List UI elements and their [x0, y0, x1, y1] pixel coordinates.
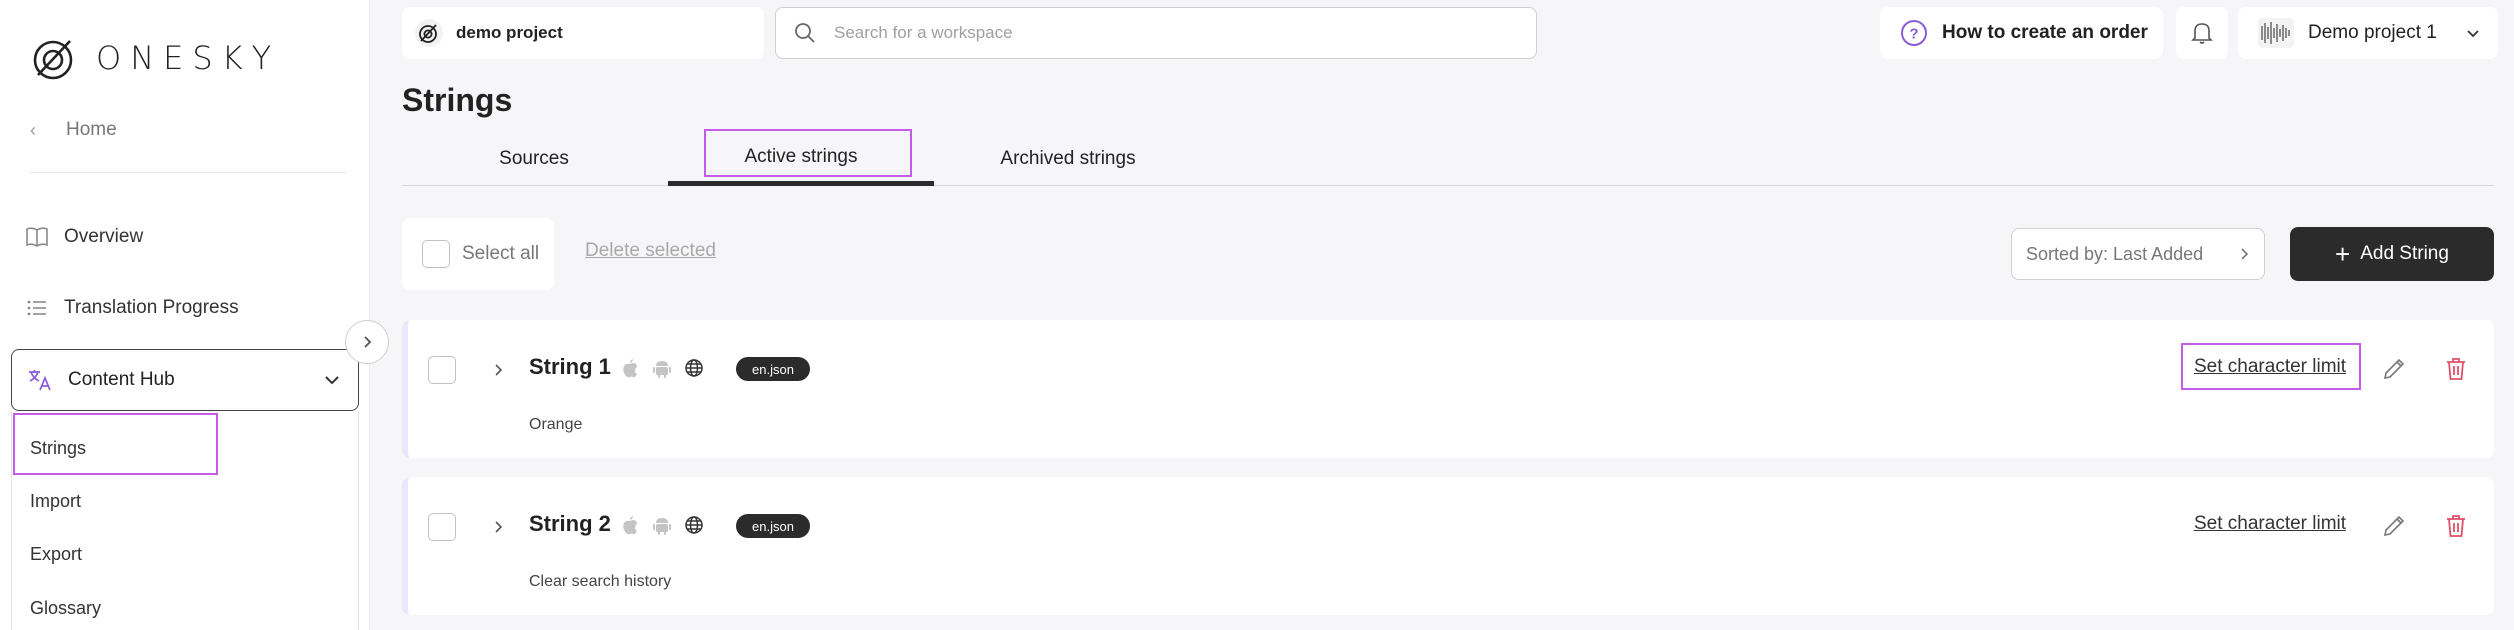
search-input[interactable]	[834, 23, 1474, 43]
trash-icon[interactable]	[2441, 511, 2471, 541]
translate-icon	[26, 366, 54, 394]
chevron-left-icon: ‹	[30, 119, 36, 140]
account-menu-button[interactable]: Demo project 1	[2238, 7, 2498, 59]
logo[interactable]: ONESKY	[30, 30, 280, 86]
submenu-item-glossary[interactable]: Glossary	[30, 591, 101, 625]
project-logo-icon	[415, 19, 443, 47]
book-open-icon	[24, 224, 50, 250]
sort-select[interactable]: Sorted by: Last Added	[2011, 228, 2265, 280]
add-string-button[interactable]: + Add String	[2290, 227, 2494, 281]
divider	[30, 172, 346, 173]
sidebar-collapse-button[interactable]	[345, 320, 389, 364]
string-value: Clear search history	[529, 573, 672, 590]
android-icon	[652, 358, 672, 378]
sidebar-item-label: Translation Progress	[64, 297, 239, 318]
account-name: Demo project 1	[2308, 22, 2437, 43]
project-selector[interactable]: demo project	[402, 7, 764, 59]
chevron-down-icon	[325, 376, 339, 385]
sidebar-item-label: Overview	[64, 226, 144, 247]
string-name: String 1	[529, 354, 611, 379]
plus-icon: +	[2335, 239, 2351, 269]
apple-icon	[620, 358, 640, 378]
sidebar: ONESKY ‹ Home Overview Translation Progr…	[0, 0, 370, 630]
expand-chevron-icon[interactable]	[484, 356, 512, 384]
trash-icon[interactable]	[2441, 354, 2471, 384]
string-checkbox[interactable]	[428, 356, 456, 384]
apple-icon	[620, 515, 640, 535]
project-name: demo project	[456, 23, 563, 42]
search-icon	[795, 23, 815, 43]
edit-icon[interactable]	[2379, 354, 2409, 384]
file-badge: en.json	[736, 514, 810, 538]
logo-text: ONESKY	[96, 39, 281, 77]
string-checkbox[interactable]	[428, 513, 456, 541]
delete-selected-link[interactable]: Delete selected	[585, 240, 716, 262]
android-icon	[652, 515, 672, 535]
search-bar[interactable]	[775, 7, 1537, 59]
chevron-down-icon	[2467, 30, 2479, 38]
svg-text:?: ?	[1909, 26, 1918, 43]
set-character-limit-link[interactable]: Set character limit	[2194, 513, 2346, 535]
select-all-checkbox[interactable]	[422, 240, 450, 268]
string-value: Orange	[529, 416, 583, 433]
select-all-label: Select all	[462, 243, 540, 264]
set-character-limit-link[interactable]: Set character limit	[2194, 356, 2346, 378]
add-string-label: Add String	[2360, 243, 2449, 264]
chevron-right-icon	[364, 336, 372, 348]
file-badge: en.json	[736, 357, 810, 381]
how-to-create-order-button[interactable]: ? How to create an order	[1880, 7, 2163, 59]
list-icon	[24, 295, 50, 321]
sidebar-item-overview[interactable]: Overview	[24, 217, 143, 257]
string-card: String 2 en.json Clear search history Se…	[402, 477, 2494, 615]
tab-active-strings[interactable]: Active strings	[668, 132, 934, 186]
select-all-control[interactable]: Select all	[402, 218, 554, 290]
string-card: String 1 en.json Orange Set character li…	[402, 320, 2494, 458]
globe-icon	[684, 358, 704, 378]
home-label: Home	[66, 119, 117, 140]
string-name: String 2	[529, 511, 611, 536]
submenu-item-import[interactable]: Import	[30, 484, 81, 518]
chevron-right-icon	[2241, 248, 2249, 260]
notifications-button[interactable]	[2176, 7, 2228, 59]
content-hub-dropdown[interactable]: Content Hub	[11, 349, 359, 411]
globe-icon	[684, 515, 704, 535]
content-hub-label: Content Hub	[68, 369, 175, 390]
home-link[interactable]: ‹ Home	[30, 114, 117, 146]
platform-icons	[620, 515, 704, 535]
submenu-item-strings[interactable]: Strings	[30, 431, 86, 465]
sidebar-item-translation-progress[interactable]: Translation Progress	[24, 288, 239, 328]
platform-icons	[620, 358, 704, 378]
edit-icon[interactable]	[2379, 511, 2409, 541]
content-hub-submenu: Strings Import Export Glossary	[11, 411, 359, 630]
onesky-logo-icon	[33, 40, 73, 80]
account-avatar	[2258, 18, 2294, 48]
page-title: Strings	[402, 82, 513, 118]
question-circle-icon: ?	[1901, 20, 1927, 46]
submenu-item-export[interactable]: Export	[30, 537, 82, 571]
tab-bar: Sources Active strings Archived strings	[402, 132, 2494, 186]
tab-archived-strings[interactable]: Archived strings	[936, 132, 1200, 186]
sort-label: Sorted by: Last Added	[2026, 243, 2204, 264]
bell-icon	[2191, 23, 2213, 44]
help-label: How to create an order	[1942, 22, 2148, 43]
expand-chevron-icon[interactable]	[484, 513, 512, 541]
tab-sources[interactable]: Sources	[402, 132, 666, 186]
